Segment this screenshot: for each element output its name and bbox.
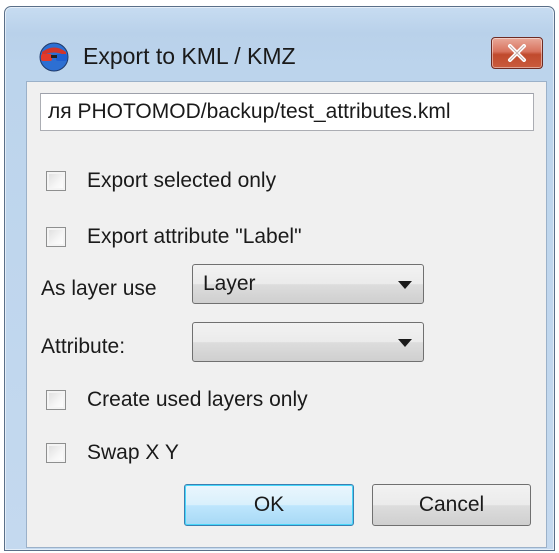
layer-use-dropdown[interactable]: Layer — [192, 264, 424, 304]
export-selected-only-option[interactable]: Export selected only — [46, 166, 276, 196]
dialog-client-area: ля PHOTOMOD/backup/test_attributes.kml E… — [26, 81, 547, 548]
export-attribute-label-checkbox[interactable] — [46, 227, 66, 247]
swap-xy-checkbox[interactable] — [46, 443, 66, 463]
export-selected-only-checkbox[interactable] — [46, 171, 66, 191]
ok-button[interactable]: OK — [184, 484, 354, 526]
attribute-label: Attribute: — [41, 335, 126, 358]
cancel-button[interactable]: Cancel — [372, 484, 531, 526]
layer-use-value: Layer — [203, 272, 256, 295]
title-bar[interactable]: Export to KML / KMZ — [5, 7, 554, 77]
close-button[interactable] — [491, 37, 543, 69]
file-path-value: ля PHOTOMOD/backup/test_attributes.kml — [48, 100, 451, 123]
file-path-field[interactable]: ля PHOTOMOD/backup/test_attributes.kml — [40, 93, 534, 131]
close-icon — [508, 44, 526, 62]
swap-xy-option[interactable]: Swap X Y — [46, 438, 179, 468]
create-used-layers-only-option[interactable]: Create used layers only — [46, 385, 308, 415]
create-used-layers-only-checkbox[interactable] — [46, 390, 66, 410]
export-attribute-label-label: Export attribute "Label" — [87, 225, 302, 248]
chevron-down-icon — [398, 339, 412, 347]
layer-use-label: As layer use — [41, 277, 157, 300]
chevron-down-icon — [398, 281, 412, 289]
export-selected-only-label: Export selected only — [87, 169, 277, 192]
attribute-dropdown[interactable] — [192, 322, 424, 362]
3d-glasses-icon — [37, 39, 71, 73]
window-title: Export to KML / KMZ — [83, 43, 296, 69]
create-used-layers-only-label: Create used layers only — [87, 388, 308, 411]
export-kml-dialog: Export to KML / KMZ ля PHOTOMOD/backup/t… — [4, 6, 555, 551]
swap-xy-label: Swap X Y — [87, 441, 179, 464]
export-attribute-label-option[interactable]: Export attribute "Label" — [46, 222, 302, 252]
